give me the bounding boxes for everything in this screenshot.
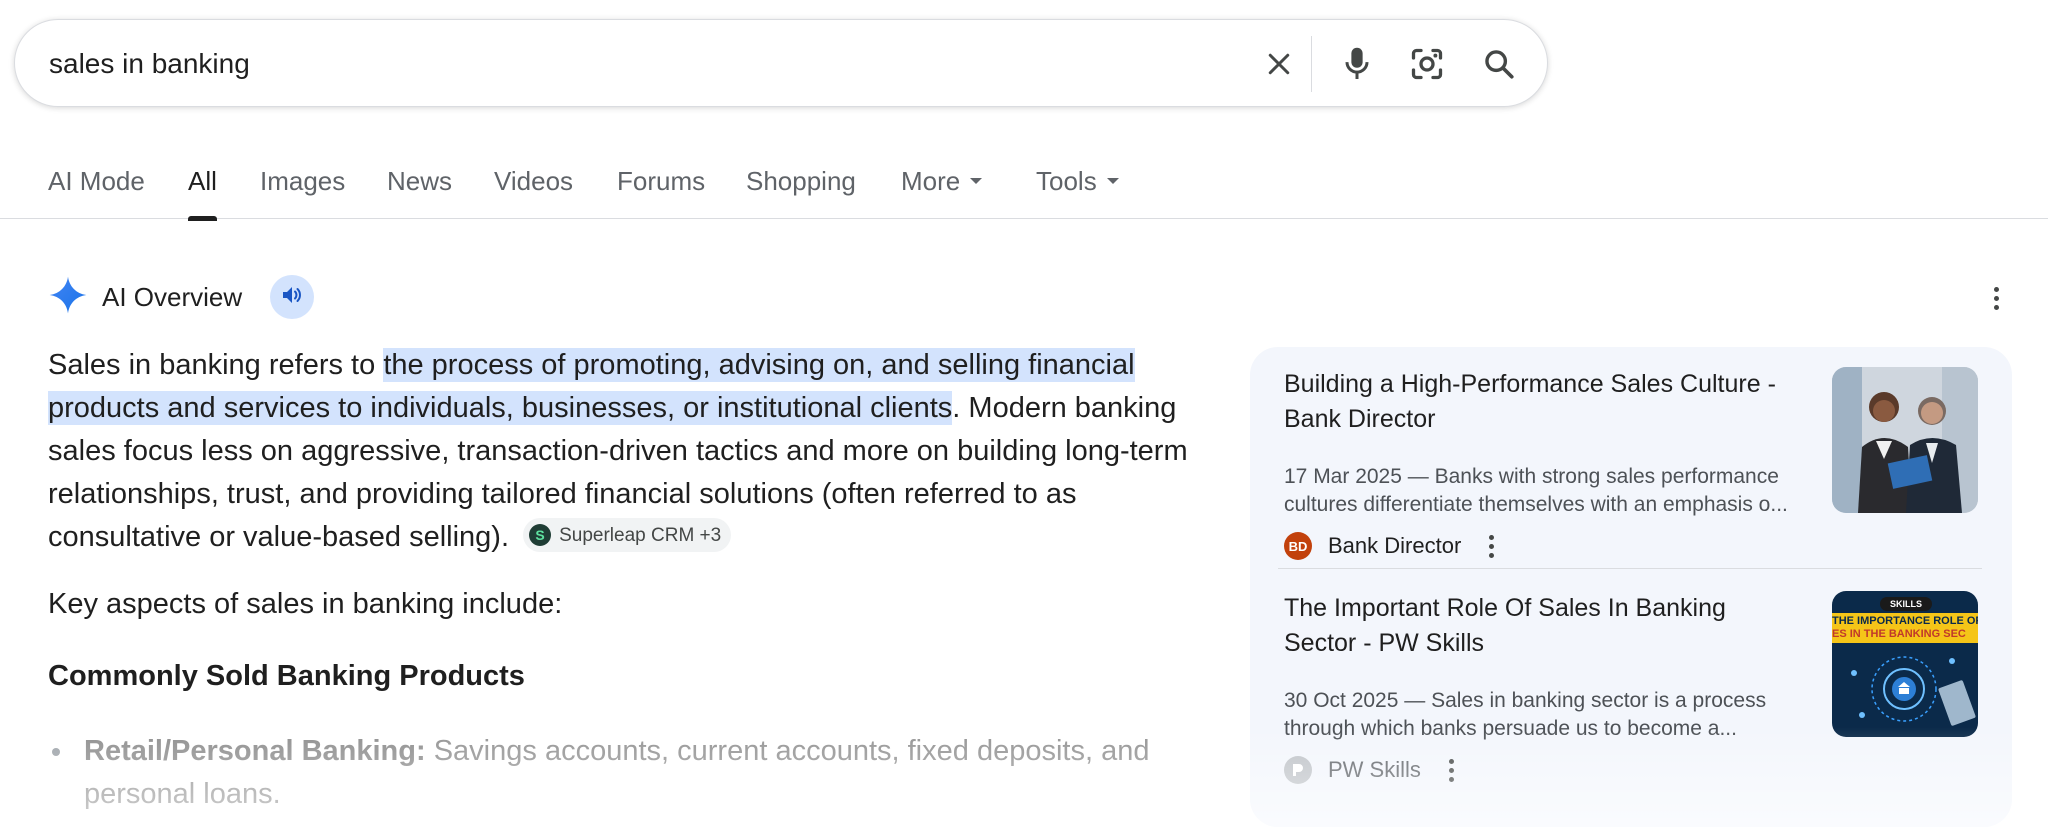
source-title[interactable]: Building a High-Performance Sales Cultur…	[1284, 367, 1804, 437]
source-chip-label: Superleap CRM +3	[559, 524, 722, 546]
tab-forums[interactable]: Forums	[617, 166, 705, 197]
search-divider	[1311, 36, 1312, 92]
source-title[interactable]: The Important Role Of Sales In Banking S…	[1284, 591, 1804, 661]
thumb-heading-line: ES IN THE BANKING SEC	[1832, 628, 1966, 640]
tab-label: Images	[260, 166, 346, 196]
bank-network-image	[1851, 656, 1976, 726]
tab-news[interactable]: News	[387, 166, 452, 197]
active-tab-indicator	[188, 216, 217, 221]
search-icon[interactable]	[1475, 40, 1523, 88]
ai-overview-header: AI Overview	[48, 274, 242, 320]
close-icon[interactable]	[1255, 40, 1303, 88]
business-people-image	[1832, 367, 1978, 513]
mic-icon[interactable]	[1333, 40, 1381, 88]
pw-skills-favicon	[1284, 756, 1312, 784]
section-heading: Commonly Sold Banking Products	[48, 660, 525, 692]
sources-panel: Building a High-Performance Sales Cultur…	[1250, 347, 2012, 827]
source-thumbnail[interactable]	[1832, 367, 1978, 513]
source-site: PW Skills	[1284, 756, 1460, 784]
more-options-icon[interactable]	[1443, 757, 1460, 784]
tab-images[interactable]: Images	[260, 166, 345, 197]
bullet-dot	[52, 748, 60, 756]
tab-label: Videos	[494, 166, 574, 196]
tab-label: AI Mode	[48, 166, 145, 196]
tab-shopping[interactable]: Shopping	[746, 166, 856, 197]
source-site: BD Bank Director	[1284, 532, 1500, 560]
listen-button[interactable]	[270, 275, 314, 319]
list-item: Retail/Personal Banking: Savings account…	[48, 730, 1198, 816]
search-input[interactable]	[49, 44, 1209, 84]
superleap-logo-icon: S	[529, 524, 552, 547]
chevron-down-icon	[1106, 178, 1119, 185]
bank-director-favicon: BD	[1284, 532, 1312, 560]
tab-label: Shopping	[746, 166, 856, 196]
tab-label: Tools	[1036, 166, 1097, 196]
bullet-label: Retail/Personal Banking:	[84, 735, 426, 767]
snippet-line: 30 Oct 2025 — Sales in banking sector is…	[1284, 689, 1767, 712]
overview-intro: Sales in banking refers to	[48, 349, 384, 381]
tab-videos[interactable]: Videos	[494, 166, 573, 197]
snippet-line: through which banks persuade us to becom…	[1284, 717, 1737, 740]
favicon-text: BD	[1288, 538, 1308, 554]
source-snippet: 30 Oct 2025 — Sales in banking sector is…	[1284, 687, 1824, 743]
snippet-line: cultures differentiate themselves with a…	[1284, 493, 1788, 516]
source-card[interactable]: The Important Role Of Sales In Banking S…	[1284, 591, 1980, 784]
tab-all[interactable]: All	[188, 166, 217, 221]
more-options-icon[interactable]	[1483, 533, 1500, 560]
tab-tools[interactable]: Tools	[1036, 166, 1119, 197]
chevron-down-icon	[970, 178, 983, 185]
thumb-badge: SKILLS	[1880, 597, 1932, 611]
tab-label: All	[188, 166, 217, 196]
search-tabs: AI Mode All Images News Videos Forums Sh…	[0, 150, 2048, 221]
gemini-sparkle-icon	[48, 275, 88, 320]
search-bar	[14, 19, 1548, 107]
source-site-name: PW Skills	[1328, 757, 1421, 782]
tab-ai-mode[interactable]: AI Mode	[48, 166, 145, 197]
ai-overview-text: Sales in banking refers to the process o…	[48, 344, 1188, 559]
camera-lens-icon[interactable]	[1403, 40, 1451, 88]
tab-more[interactable]: More	[901, 166, 983, 197]
thumb-heading: THE IMPORTANCE ROLE OF ES IN THE BANKING…	[1832, 615, 1978, 641]
tab-label: Forums	[617, 166, 706, 196]
thumb-heading-line: THE IMPORTANCE ROLE OF	[1832, 615, 1978, 627]
key-aspects-text: Key aspects of sales in banking include:	[48, 588, 563, 620]
more-options-icon[interactable]	[1982, 280, 2010, 316]
source-site-name: Bank Director	[1328, 533, 1462, 558]
tab-label: More	[901, 166, 961, 196]
source-card[interactable]: Building a High-Performance Sales Cultur…	[1284, 367, 1980, 560]
source-chip[interactable]: S Superleap CRM +3	[523, 518, 732, 553]
source-thumbnail[interactable]: SKILLS THE IMPORTANCE ROLE OF ES IN THE …	[1832, 591, 1978, 737]
tab-label: News	[387, 166, 453, 196]
card-divider	[1278, 568, 1982, 569]
source-snippet: 17 Mar 2025 — Banks with strong sales pe…	[1284, 463, 1824, 519]
ai-overview-title: AI Overview	[102, 281, 243, 312]
speaker-icon	[280, 283, 304, 312]
snippet-line: 17 Mar 2025 — Banks with strong sales pe…	[1284, 465, 1779, 488]
